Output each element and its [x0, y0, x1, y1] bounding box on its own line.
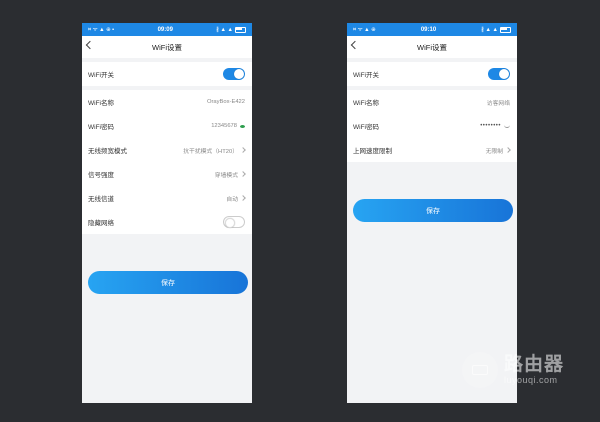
phone-screen-2: ⌗ ᯤ ▲ ⊕ 09:10 ∦ ▲ ▲ WiFi设置 WiFi开关 WiFi名称…: [347, 23, 517, 403]
toggle-knob: [499, 69, 509, 79]
toggle-knob: [234, 69, 244, 79]
nav-bar: WiFi设置: [82, 36, 252, 58]
wifi-name-label: WiFi名称: [353, 100, 379, 107]
bandwidth-mode-row[interactable]: 无线频宽模式 抗干扰模式（HT20）: [82, 138, 252, 162]
eye-closed-icon[interactable]: [504, 125, 510, 128]
signal-icons: ∦ ▲ ▲: [216, 26, 233, 33]
bandwidth-mode-value: 抗干扰模式（HT20）: [183, 148, 238, 155]
wifi-switch-section: WiFi开关: [347, 62, 517, 86]
phone-screen-1: ⌗ ᯤ ▲ ⊕ ▪ 09:09 ∦ ▲ ▲ WiFi设置 WiFi开关 WiFi…: [82, 23, 252, 403]
toggle-knob: [224, 217, 235, 228]
status-bar: ⌗ ᯤ ▲ ⊕ ▪ 09:09 ∦ ▲ ▲: [82, 23, 252, 36]
watermark-title: 路由器: [504, 354, 565, 375]
watermark-url: luyouqi.com: [504, 375, 558, 385]
eye-open-icon[interactable]: [240, 124, 245, 128]
wifi-password-row[interactable]: WiFi密码 ••••••••: [347, 114, 517, 138]
battery-icon: [234, 26, 246, 33]
wifi-name-value: OrayBox-E422: [206, 99, 245, 105]
status-icons-left: ⌗ ᯤ ▲ ⊕ ▪: [88, 27, 115, 33]
wifi-name-value: 访客网络: [486, 100, 510, 107]
page-title: WiFi设置: [152, 42, 182, 52]
wifi-switch-toggle[interactable]: [223, 68, 245, 80]
speed-limit-row[interactable]: 上网速度限制 无限制: [347, 138, 517, 162]
nav-bar: WiFi设置: [347, 36, 517, 58]
save-button[interactable]: 保存: [353, 199, 513, 222]
wifi-settings-list: WiFi名称 OrayBox-E422 WiFi密码 12345678 无线频宽…: [82, 90, 252, 234]
back-arrow-icon[interactable]: [85, 40, 95, 50]
wireless-channel-label: 无线信道: [88, 196, 114, 203]
signal-strength-value: 穿墙模式: [214, 172, 238, 179]
wifi-switch-section: WiFi开关: [82, 62, 252, 86]
signal-strength-label: 信号强度: [88, 172, 114, 179]
page-title: WiFi设置: [417, 42, 447, 52]
chevron-right-icon: [240, 171, 246, 177]
status-time: 09:10: [420, 26, 437, 33]
watermark: 路由器 luyouqi.com: [462, 352, 564, 388]
wifi-password-value: ••••••••: [480, 123, 501, 129]
chevron-right-icon: [240, 147, 246, 153]
guest-settings-list: WiFi名称 访客网络 WiFi密码 •••••••• 上网速度限制 无限制: [347, 90, 517, 162]
status-icons-right: ∦ ▲ ▲: [216, 26, 246, 33]
wifi-name-label: WiFi名称: [88, 100, 114, 107]
signal-strength-row[interactable]: 信号强度 穿墙模式: [82, 162, 252, 186]
hide-network-label: 隐藏网络: [88, 220, 114, 227]
wifi-switch-row: WiFi开关: [347, 62, 517, 86]
wifi-switch-label: WiFi开关: [88, 72, 114, 79]
status-icons-left: ⌗ ᯤ ▲ ⊕: [353, 27, 376, 33]
wifi-password-label: WiFi密码: [353, 124, 379, 131]
wifi-password-value: 12345678: [211, 123, 237, 129]
speed-limit-value: 无限制: [485, 148, 503, 155]
hide-network-toggle[interactable]: [223, 216, 245, 228]
wifi-switch-toggle[interactable]: [488, 68, 510, 80]
status-time: 09:09: [157, 26, 173, 33]
chevron-right-icon: [505, 147, 511, 153]
chevron-right-icon: [240, 195, 246, 201]
router-logo-icon: [462, 352, 498, 388]
wireless-channel-value: 自动: [226, 196, 238, 203]
status-bar: ⌗ ᯤ ▲ ⊕ 09:10 ∦ ▲ ▲: [347, 23, 517, 36]
wifi-name-row[interactable]: WiFi名称 访客网络: [347, 90, 517, 114]
wifi-name-row[interactable]: WiFi名称 OrayBox-E422: [82, 90, 252, 114]
status-icons-right: ∦ ▲ ▲: [481, 26, 511, 33]
speed-limit-label: 上网速度限制: [353, 148, 392, 155]
wifi-password-row[interactable]: WiFi密码 12345678: [82, 114, 252, 138]
save-button[interactable]: 保存: [88, 271, 248, 294]
wifi-switch-label: WiFi开关: [353, 72, 379, 79]
signal-icons: ∦ ▲ ▲: [481, 26, 498, 33]
battery-icon: [499, 26, 511, 33]
wifi-password-label: WiFi密码: [88, 124, 114, 131]
wireless-channel-row[interactable]: 无线信道 自动: [82, 186, 252, 210]
hide-network-row: 隐藏网络: [82, 210, 252, 234]
bandwidth-mode-label: 无线频宽模式: [88, 148, 127, 155]
wifi-switch-row: WiFi开关: [82, 62, 252, 86]
back-arrow-icon[interactable]: [350, 40, 360, 50]
